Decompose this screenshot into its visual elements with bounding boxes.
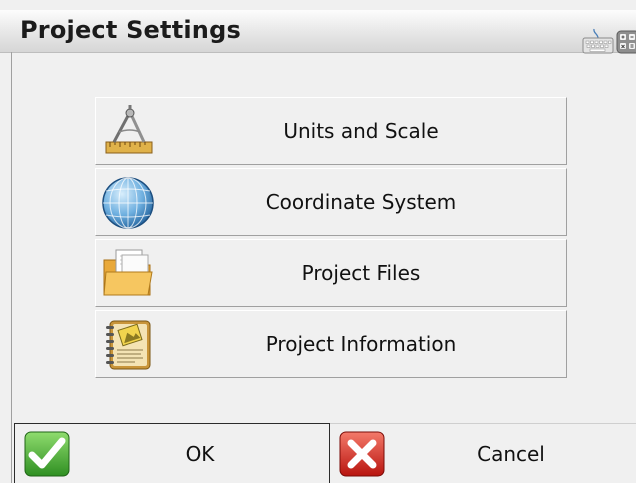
- project-files-button[interactable]: Project Files: [95, 239, 567, 307]
- project-information-button[interactable]: Project Information: [95, 310, 567, 378]
- cancel-label: Cancel: [477, 441, 545, 466]
- notebook-icon: [100, 317, 156, 373]
- page-title: Project Settings: [20, 16, 241, 44]
- coordinate-system-button[interactable]: Coordinate System: [95, 168, 567, 236]
- red-x-icon: [338, 430, 386, 478]
- green-check-icon: [23, 430, 71, 478]
- window-frame-edge: [11, 52, 12, 483]
- project-settings-window: Project Settings Units and Scale Coordin…: [0, 0, 636, 483]
- title-bar: Project Settings: [0, 10, 636, 54]
- compass-ruler-icon: [100, 104, 156, 160]
- globe-icon: [100, 175, 156, 231]
- project-files-label: Project Files: [301, 261, 421, 285]
- keyboard-icon[interactable]: [582, 28, 614, 54]
- coordinate-system-label: Coordinate System: [265, 190, 457, 214]
- cancel-button[interactable]: Cancel: [330, 423, 636, 483]
- units-and-scale-label: Units and Scale: [283, 119, 439, 143]
- units-and-scale-button[interactable]: Units and Scale: [95, 97, 567, 165]
- folder-icon: [100, 246, 156, 302]
- calculator-icon[interactable]: [616, 30, 636, 54]
- ok-button[interactable]: OK: [14, 423, 330, 483]
- project-information-label: Project Information: [265, 332, 457, 356]
- ok-label: OK: [185, 441, 215, 466]
